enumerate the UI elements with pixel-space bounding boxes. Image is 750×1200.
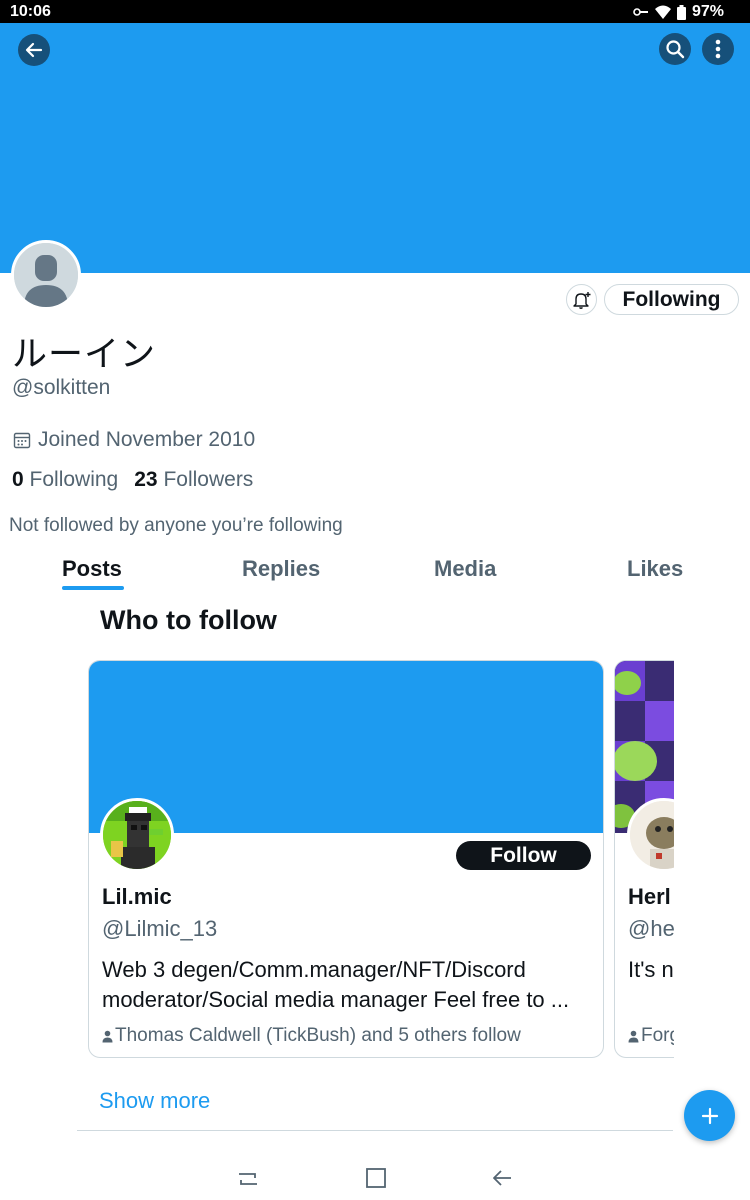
following-count: 0 (12, 468, 24, 491)
system-back-button[interactable] (490, 1166, 514, 1190)
profile-banner (0, 23, 750, 273)
followers-label: Followers (163, 468, 254, 491)
followers-count: 23 (134, 468, 158, 491)
not-followed-notice: Not followed by anyone you’re following (9, 515, 343, 536)
plus-icon (701, 1107, 718, 1124)
follow-counts: 0 Following 23 Followers (12, 468, 253, 492)
suggestion-name: Lil.mic (102, 884, 172, 909)
profile-avatar[interactable] (11, 240, 81, 310)
wifi-icon (654, 5, 671, 19)
bell-plus-icon (572, 291, 590, 309)
suggestion-bio: Web 3 degen/Comm.manager/NFT/Discord mod… (102, 957, 570, 1012)
compose-post-button[interactable] (684, 1090, 735, 1141)
suggestion-card[interactable]: Herl @he It's n Forg (614, 660, 674, 1058)
more-options-button[interactable] (702, 33, 734, 65)
default-avatar-icon (14, 243, 78, 307)
suggestion-social-context: Forg (628, 1025, 674, 1047)
following-count-link[interactable]: 0 Following (12, 468, 118, 492)
search-icon (666, 40, 685, 59)
back-arrow-icon (25, 42, 43, 58)
profile-tabs: Posts Replies Media Likes (0, 556, 750, 596)
tab-replies[interactable]: Replies (242, 556, 320, 582)
battery-percent: 97% (691, 3, 724, 20)
notifications-bell-button[interactable] (566, 284, 597, 315)
suggestion-bio: It's n (628, 957, 674, 982)
suggestion-handle: @Lilmic_13 (102, 916, 218, 941)
battery-icon (676, 4, 686, 20)
person-icon (102, 1030, 113, 1042)
suggestion-avatar[interactable] (100, 798, 174, 872)
home-button[interactable] (364, 1166, 388, 1190)
tab-media[interactable]: Media (434, 556, 496, 582)
vpn-key-icon (633, 8, 648, 16)
status-bar: 10:06 97% (0, 0, 750, 23)
status-time: 10:06 (10, 3, 51, 20)
status-icons: 97% (633, 3, 724, 21)
calendar-icon (13, 432, 31, 449)
who-to-follow-title: Who to follow (100, 605, 277, 635)
more-vertical-icon (715, 39, 721, 59)
back-button[interactable] (18, 34, 50, 66)
social-context-text: Thomas Caldwell (TickBush) and 5 others … (115, 1025, 521, 1046)
joined-text: Joined November 2010 (38, 428, 256, 451)
show-more-link[interactable]: Show more (99, 1088, 210, 1114)
nft-avatar-image (103, 801, 171, 869)
suggestion-card[interactable]: Follow Lil.mic @Lilmic_13 Web 3 degen/Co… (88, 660, 604, 1058)
profile-handle: @solkitten (12, 376, 111, 399)
tab-likes[interactable]: Likes (627, 556, 683, 582)
suggestion-name: Herl (628, 884, 671, 909)
nft-avatar-image (630, 801, 674, 869)
follow-button[interactable]: Follow (456, 841, 591, 870)
profile-joined-date: Joined November 2010 (13, 428, 255, 452)
recents-button[interactable] (236, 1166, 260, 1190)
following-button[interactable]: Following (604, 284, 739, 315)
following-label: Following (29, 468, 119, 491)
system-navigation-bar (0, 1150, 750, 1200)
section-divider (77, 1130, 673, 1131)
followers-count-link[interactable]: 23 Followers (134, 468, 253, 492)
suggestion-social-context: Thomas Caldwell (TickBush) and 5 others … (102, 1025, 521, 1047)
tab-posts[interactable]: Posts (62, 556, 122, 582)
suggestion-banner (89, 661, 603, 833)
search-button[interactable] (659, 33, 691, 65)
social-context-text: Forg (641, 1025, 674, 1046)
recents-icon (239, 1173, 257, 1185)
person-icon (628, 1030, 639, 1042)
nav-back-icon (493, 1170, 511, 1186)
suggestion-handle: @he (628, 916, 674, 941)
home-square-icon (366, 1168, 386, 1188)
active-tab-indicator (62, 586, 124, 590)
profile-display-name: ルーイン (12, 335, 157, 375)
